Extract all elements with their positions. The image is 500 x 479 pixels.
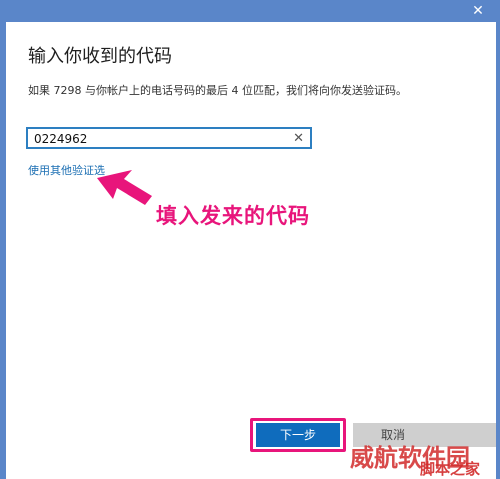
annotation-text: 填入发来的代码	[156, 204, 310, 228]
code-input[interactable]	[34, 130, 284, 147]
code-input-box[interactable]: ✕	[26, 127, 312, 149]
watermark-brand: 脚本之家	[420, 460, 481, 478]
other-verification-link[interactable]: 使用其他验证选	[28, 162, 105, 178]
next-button[interactable]: 下一步	[256, 423, 340, 447]
window-border-right	[496, 22, 500, 479]
clear-icon[interactable]: ✕	[293, 130, 304, 147]
page-title: 输入你收到的代码	[28, 46, 172, 67]
close-icon[interactable]: ✕	[470, 3, 486, 19]
description-text: 如果 7298 与你帐户上的电话号码的最后 4 位匹配，我们将向你发送验证码。	[28, 84, 407, 97]
window-titlebar: ✕	[0, 0, 500, 22]
